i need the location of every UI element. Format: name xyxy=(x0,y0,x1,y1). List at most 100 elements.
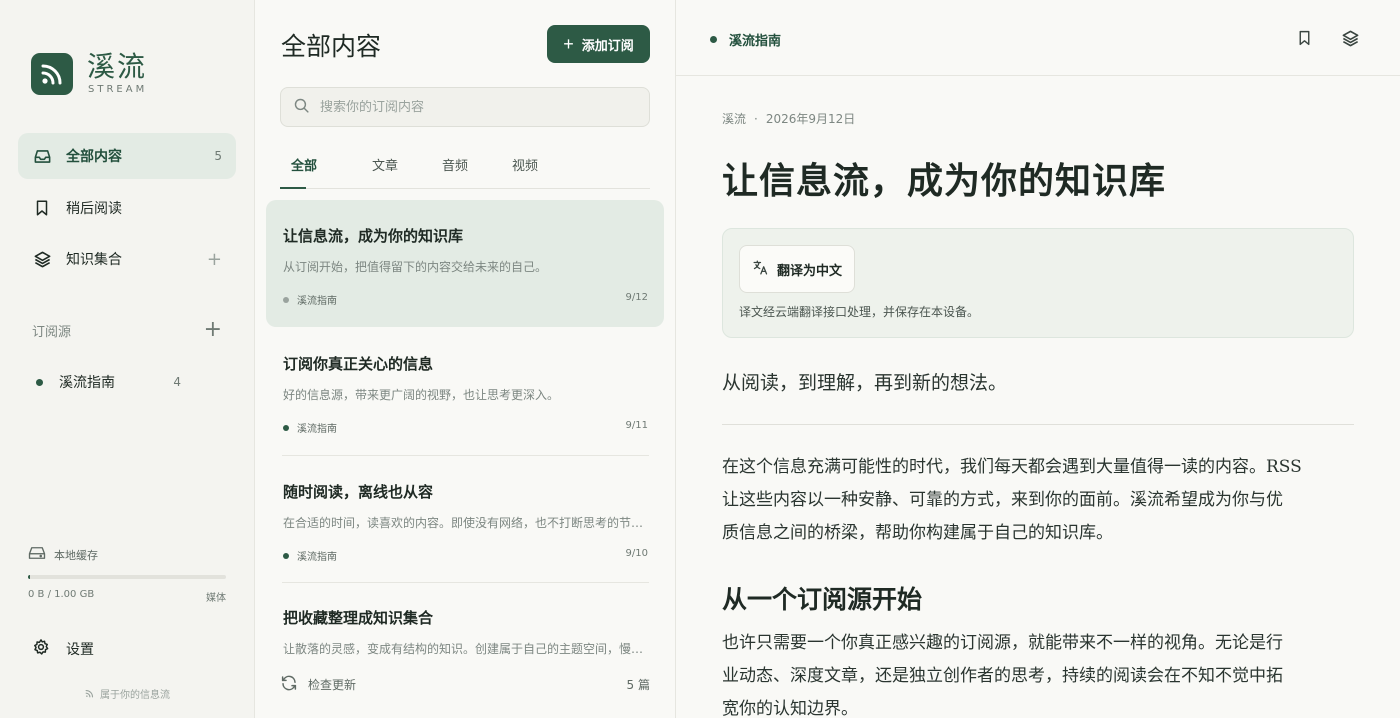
search-icon xyxy=(293,97,310,118)
paragraph-line: 业动态、深度文章，还是独立创作者的思考，持续的阅读会在不知不觉中拓 xyxy=(722,666,1283,686)
inbox-icon xyxy=(32,146,52,166)
nav-label: 知识集合 xyxy=(66,252,122,268)
feeds-section-title: 订阅源 + xyxy=(32,319,222,341)
list-item[interactable]: 随时阅读，离线也从容 在合适的时间，读喜欢的内容。即使没有网络，也不打断思考的节… xyxy=(266,456,664,583)
list-item[interactable]: 订阅你真正关心的信息 好的信息源，带来更广阔的视野，也让思考更深入。 溪流指南 … xyxy=(266,328,664,455)
rss-small-icon xyxy=(85,689,94,701)
nav-count: 5 xyxy=(214,149,222,163)
reader-panel: 溪流指南 溪流 · 2026年9月12日 让信息流，成为你的知识库 翻译为中文 … xyxy=(676,0,1400,718)
article-lead: 从阅读，到理解，再到新的想法。 xyxy=(722,372,1008,394)
cache-progress-fill xyxy=(28,575,30,579)
add-collection-button[interactable]: + xyxy=(207,249,222,270)
feed-dot xyxy=(36,378,43,386)
bookmark-icon xyxy=(32,198,52,218)
gear-icon xyxy=(32,638,50,660)
feeds-section-label: 订阅源 xyxy=(32,324,72,340)
article-paragraph: 在这个信息充满可能性的时代，我们每天都会遇到大量值得一读的内容。RSS 让这些内… xyxy=(722,451,1354,550)
paragraph-line: 也许只需要一个你真正感兴趣的订阅源，就能带来不一样的视角。无论是行 xyxy=(722,633,1283,653)
brand: 溪流 STREAM xyxy=(31,52,147,95)
item-date: 9/10 xyxy=(625,548,648,559)
nav-item-read-later[interactable]: 稍后阅读 xyxy=(18,185,236,231)
feed-count: 4 xyxy=(173,375,181,389)
reader-source-label: 溪流指南 xyxy=(729,34,782,49)
translate-note: 译文经云端翻译接口处理，并保存在本设备。 xyxy=(739,305,980,319)
item-title: 让信息流，成为你的知识库 xyxy=(283,227,464,245)
paragraph-line: 在这个信息充满可能性的时代，我们每天都会遇到大量值得一读的内容。RSS xyxy=(722,457,1302,477)
cache-usage: 0 B / 1.00 GB xyxy=(28,589,95,600)
meta-date: 2026年9月12日 xyxy=(765,112,856,126)
paragraph-line: 让这些内容以一种安静、可靠的方式，来到你的面前。溪流希望成为你与优 xyxy=(722,490,1283,510)
tab-all[interactable]: 全部 xyxy=(280,146,328,189)
translate-button[interactable]: 翻译为中文 xyxy=(739,245,855,293)
rss-logo-icon xyxy=(31,52,73,95)
feed-item-stream-guide[interactable]: 溪流指南 4 xyxy=(36,372,181,392)
translate-icon xyxy=(752,259,769,279)
brand-subtitle: STREAM xyxy=(88,84,148,95)
cache-label: 本地缓存 xyxy=(54,548,98,562)
item-source-label: 溪流指南 xyxy=(297,296,337,307)
source-dot xyxy=(710,36,717,43)
article-list-panel: 全部内容 + 添加订阅 全部 文章 音频 视频 让信息流，成为你的知识库 从订阅… xyxy=(255,0,676,718)
item-title: 随时阅读，离线也从容 xyxy=(283,483,434,501)
item-summary: 好的信息源，带来更广阔的视野，也让思考更深入。 xyxy=(283,388,560,402)
brand-name: 溪流 xyxy=(87,50,148,83)
item-source-label: 溪流指南 xyxy=(297,424,337,435)
item-date: 9/12 xyxy=(625,292,648,303)
item-date: 9/11 xyxy=(625,420,648,431)
add-subscription-label: 添加订阅 xyxy=(581,37,634,53)
tab-articles[interactable]: 文章 xyxy=(350,146,420,188)
add-feed-button[interactable]: + xyxy=(204,319,222,341)
paragraph-line: 质信息之间的桥梁，帮助你构建属于自己的知识库。 xyxy=(722,523,1113,543)
item-summary: 在合适的时间，读喜欢的内容。即使没有网络，也不打断思考的节奏。 xyxy=(283,516,648,530)
add-subscription-button[interactable]: + 添加订阅 xyxy=(547,25,650,63)
item-source-label: 溪流指南 xyxy=(297,552,337,563)
article-paragraph: 也许只需要一个你真正感兴趣的订阅源，就能带来不一样的视角。无论是行 业动态、深度… xyxy=(722,627,1354,718)
tab-audio[interactable]: 音频 xyxy=(420,146,490,188)
paragraph-line: 宽你的认知边界。 xyxy=(722,699,858,718)
nav-label: 全部内容 xyxy=(66,149,122,165)
storage-drive-icon xyxy=(28,546,46,563)
sidebar: 溪流 STREAM 全部内容 5 稍后阅读 知识集合 + 订阅源 + 溪流指南 … xyxy=(0,0,255,718)
source-dot xyxy=(283,552,289,559)
meta-separator: · xyxy=(754,111,758,126)
item-summary: 从订阅开始，把值得留下的内容交给未来的自己。 xyxy=(283,260,548,274)
translate-button-label: 翻译为中文 xyxy=(776,262,842,278)
tagline-text: 属于你的信息流 xyxy=(100,690,170,701)
list-item[interactable]: 让信息流，成为你的知识库 从订阅开始，把值得留下的内容交给未来的自己。 溪流指南… xyxy=(266,200,664,327)
article-title: 让信息流，成为你的知识库 xyxy=(722,160,1167,202)
search-input[interactable] xyxy=(320,99,637,115)
item-source: 溪流指南 xyxy=(283,292,337,307)
feed-label: 溪流指南 xyxy=(59,375,115,391)
translate-panel: 翻译为中文 译文经云端翻译接口处理，并保存在本设备。 xyxy=(722,228,1354,338)
meta-source: 溪流 xyxy=(722,112,747,126)
refresh-icon[interactable] xyxy=(280,674,298,695)
layers-icon[interactable] xyxy=(1338,26,1362,50)
nav-item-collections[interactable]: 知识集合 + xyxy=(18,236,236,282)
content-type-tabs: 全部 文章 音频 视频 xyxy=(280,146,650,189)
tagline: 属于你的信息流 xyxy=(0,686,255,701)
plus-icon: + xyxy=(563,34,574,54)
settings-button[interactable]: 设置 xyxy=(32,638,94,660)
local-cache: 本地缓存 0 B / 1.00 GB 媒体 xyxy=(28,546,226,604)
cache-type: 媒体 xyxy=(206,593,226,604)
search-box xyxy=(280,87,650,127)
settings-label: 设置 xyxy=(66,642,94,658)
bookmark-icon[interactable] xyxy=(1292,26,1316,50)
item-summary: 让散落的灵感，变成有结构的知识。创建属于自己的主题空间，慢慢积累。 xyxy=(283,642,648,656)
app: 溪流 STREAM 全部内容 5 稍后阅读 知识集合 + 订阅源 + 溪流指南 … xyxy=(0,0,1400,718)
layers-icon xyxy=(32,249,52,269)
list-title: 全部内容 xyxy=(281,32,382,61)
reader-toolbar: 溪流指南 xyxy=(676,0,1400,76)
article-heading: 从一个订阅源开始 xyxy=(722,585,923,614)
tab-video[interactable]: 视频 xyxy=(490,146,560,188)
divider xyxy=(722,424,1354,425)
source-dot xyxy=(283,296,289,303)
check-updates-button[interactable]: 检查更新 xyxy=(308,676,627,693)
article-count: 5 篇 xyxy=(626,678,650,692)
list-footer: 检查更新 5 篇 xyxy=(280,674,650,695)
cache-progress-bar xyxy=(28,575,226,579)
nav-label: 稍后阅读 xyxy=(66,201,122,217)
item-title: 订阅你真正关心的信息 xyxy=(283,355,434,373)
nav-item-all-content[interactable]: 全部内容 5 xyxy=(18,133,236,179)
item-title: 把收藏整理成知识集合 xyxy=(283,609,434,627)
